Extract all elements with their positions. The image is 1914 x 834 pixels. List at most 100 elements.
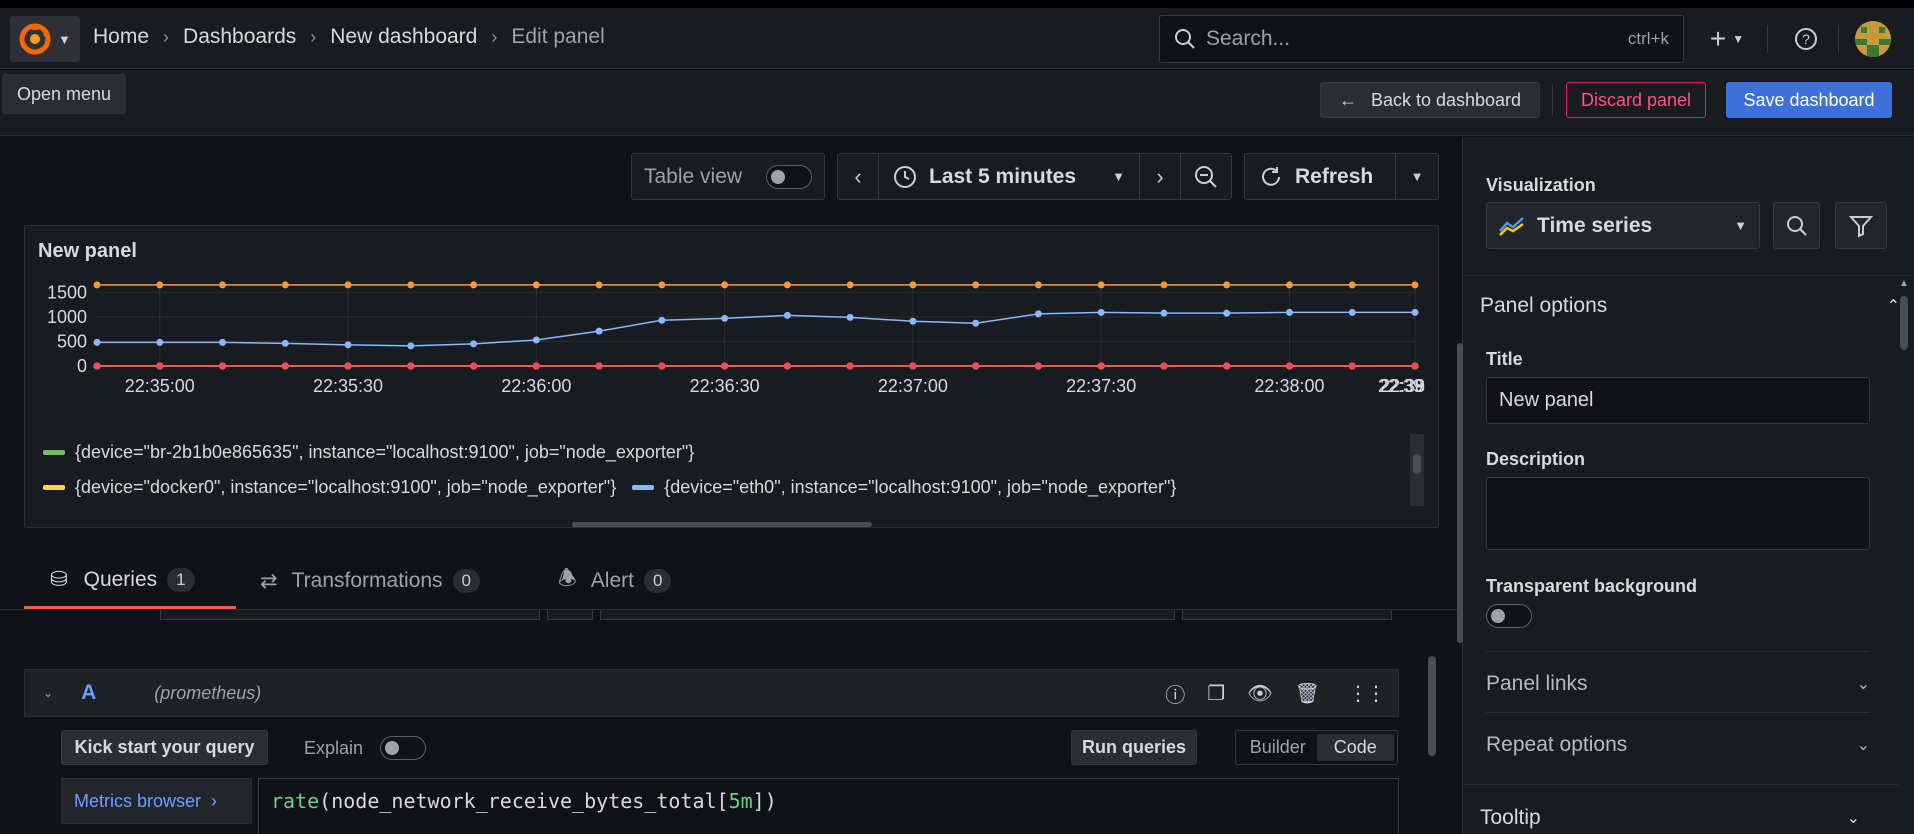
refresh-button[interactable]: Refresh xyxy=(1244,153,1396,200)
data-point xyxy=(407,342,415,350)
data-point xyxy=(1285,281,1293,289)
visualization-picker[interactable]: Time series ▼ xyxy=(1486,202,1760,249)
help-button[interactable]: ? xyxy=(1791,24,1821,54)
kick-start-query-button[interactable]: Kick start your query xyxy=(61,730,268,765)
tab-alert[interactable]: 🕭 Alert 0 xyxy=(558,553,708,609)
tab-count-badge: 0 xyxy=(452,569,481,593)
time-range-forward-button[interactable]: › xyxy=(1139,153,1181,200)
data-point xyxy=(1034,281,1042,289)
divider xyxy=(1552,84,1553,116)
options-scrollbar[interactable]: ▲ xyxy=(1898,278,1910,834)
query-scrollbar[interactable] xyxy=(1424,610,1440,834)
series-line xyxy=(97,311,1415,347)
tab-queries[interactable]: ⛁ Queries 1 xyxy=(24,553,236,609)
options-pane-scrollbar[interactable] xyxy=(1456,343,1464,643)
title-input[interactable]: New panel xyxy=(1486,377,1870,424)
grafana-app: ▼ Home › Dashboards › New dashboard › Ed… xyxy=(0,8,1914,834)
duplicate-icon[interactable]: ❐ xyxy=(1207,681,1225,706)
svg-text:?: ? xyxy=(1802,31,1810,47)
chevron-down-icon: ▼ xyxy=(1410,169,1424,184)
data-point xyxy=(721,314,729,322)
title-label: Title xyxy=(1486,349,1523,369)
legend-scrollbar-thumb[interactable] xyxy=(1413,454,1421,474)
x-tick-label: 22:37:30 xyxy=(1066,376,1136,396)
builder-mode-option[interactable]: Builder xyxy=(1239,734,1317,761)
tab-transformations[interactable]: ⇄ Transformations 0 xyxy=(260,553,510,609)
help-icon: ? xyxy=(1795,28,1817,50)
metrics-browser-button[interactable]: Metrics browser › xyxy=(61,778,252,824)
query-row-header[interactable]: ⌄ A (prometheus) ⓘ ❐ 👁 🗑 ⋮⋮ xyxy=(24,669,1399,717)
panel-options-section-header[interactable]: Panel options ⌃ xyxy=(1480,294,1900,318)
breadcrumb-home[interactable]: Home xyxy=(93,25,149,49)
search-input[interactable]: Search... ctrl+k xyxy=(1159,15,1684,63)
section-title: Repeat options xyxy=(1486,733,1628,756)
bell-icon: 🕭 xyxy=(558,566,577,590)
data-point xyxy=(972,281,980,289)
back-to-dashboard-button[interactable]: ← Back to dashboard xyxy=(1320,82,1540,118)
chevron-up-icon: ⌃ xyxy=(1886,298,1900,315)
chevron-down-icon: ▼ xyxy=(1734,218,1747,233)
eye-icon[interactable]: 👁 xyxy=(1247,681,1272,706)
code-mode-option[interactable]: Code xyxy=(1316,734,1394,761)
divider xyxy=(1838,25,1839,53)
visualization-label: Visualization xyxy=(1486,175,1596,195)
data-point xyxy=(1160,309,1168,317)
x-tick-label: 22:35:30 xyxy=(313,376,383,396)
time-range-back-button[interactable]: ‹ xyxy=(837,153,879,200)
query-code-editor[interactable]: rate(node_network_receive_bytes_total[5m… xyxy=(258,778,1399,834)
expr-range: 5m xyxy=(728,789,753,813)
transparent-background-toggle[interactable] xyxy=(1486,604,1532,628)
explain-toggle[interactable] xyxy=(380,736,426,760)
drag-handle-icon[interactable]: ⋮⋮ xyxy=(1348,681,1386,706)
scroll-up-icon[interactable]: ▲ xyxy=(1899,278,1909,289)
panel-links-section-header[interactable]: Panel links ⌄ xyxy=(1486,672,1870,696)
description-textarea[interactable] xyxy=(1486,477,1870,550)
data-point xyxy=(93,338,101,346)
zoom-out-button[interactable] xyxy=(1180,153,1232,200)
data-point xyxy=(972,319,980,327)
panel-resize-handle[interactable] xyxy=(572,522,872,527)
tooltip-section-header[interactable]: Tooltip ⌄ xyxy=(1480,806,1860,830)
legend-item[interactable]: {device="docker0", instance="localhost:9… xyxy=(43,477,1176,498)
legend-swatch xyxy=(632,485,655,490)
data-point xyxy=(1411,308,1419,316)
table-view-label: Table view xyxy=(644,164,743,188)
refresh-interval-button[interactable]: ▼ xyxy=(1395,153,1439,200)
options-pane-scrollbar-thumb[interactable] xyxy=(1457,343,1463,643)
data-point xyxy=(93,281,101,289)
save-dashboard-button[interactable]: Save dashboard xyxy=(1726,82,1892,118)
data-point xyxy=(846,362,854,370)
data-point xyxy=(595,327,603,335)
legend-scrollbar[interactable] xyxy=(1410,434,1424,506)
query-ref-id[interactable]: A xyxy=(81,681,96,705)
run-queries-button[interactable]: Run queries xyxy=(1071,730,1197,765)
trash-icon[interactable]: 🗑 xyxy=(1295,681,1320,706)
metrics-browser-label: Metrics browser xyxy=(74,790,202,811)
filter-button[interactable] xyxy=(1835,202,1887,249)
new-button[interactable]: + ▼ xyxy=(1700,22,1754,56)
grafana-logo-icon xyxy=(19,23,51,55)
chevron-down-icon: ⌄ xyxy=(1856,676,1870,693)
help-icon[interactable]: ⓘ xyxy=(1165,679,1185,708)
chevron-down-icon[interactable]: ⌄ xyxy=(43,686,53,700)
visualization-search-button[interactable] xyxy=(1773,202,1820,249)
time-range-picker[interactable]: Last 5 minutes ▼ xyxy=(878,153,1140,200)
expr-metric: node_network_receive_bytes_total xyxy=(331,789,717,813)
data-point xyxy=(344,341,352,349)
query-scrollbar-thumb[interactable] xyxy=(1428,656,1436,756)
repeat-options-section-header[interactable]: Repeat options ⌄ xyxy=(1486,733,1870,757)
builder-label: Builder xyxy=(1249,737,1306,757)
open-menu-button[interactable]: ▼ xyxy=(10,16,80,62)
breadcrumb-new-dashboard[interactable]: New dashboard xyxy=(330,25,477,49)
legend-item[interactable]: {device="br-2b1b0e865635", instance="loc… xyxy=(43,442,694,463)
breadcrumb-dashboards[interactable]: Dashboards xyxy=(183,25,296,49)
avatar[interactable] xyxy=(1855,21,1891,57)
data-point xyxy=(470,340,478,348)
options-scrollbar-thumb[interactable] xyxy=(1900,296,1908,350)
data-point xyxy=(470,362,478,370)
search-icon xyxy=(1175,29,1195,49)
table-view-toggle[interactable] xyxy=(766,164,812,189)
data-point xyxy=(344,362,352,370)
discard-panel-button[interactable]: Discard panel xyxy=(1566,82,1706,118)
data-point xyxy=(1160,362,1168,370)
